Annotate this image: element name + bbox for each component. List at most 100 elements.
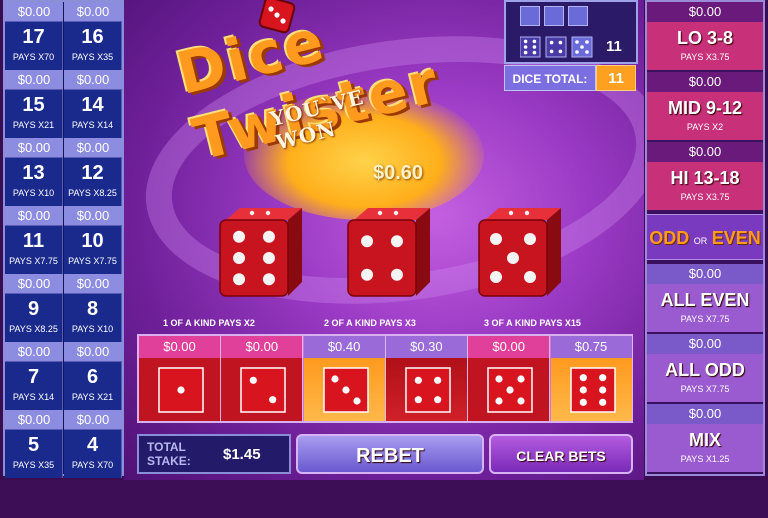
total-bet-8[interactable]: $0.00 8 PAYS X10 bbox=[64, 274, 122, 342]
die-pip bbox=[233, 230, 246, 243]
bet-name: MID 9-12 bbox=[667, 98, 743, 118]
range-bet-all-even[interactable]: $0.00 ALL EVEN PAYS X7.75 bbox=[647, 264, 763, 332]
total-bet-16[interactable]: $0.00 16 PAYS X35 bbox=[64, 2, 122, 70]
bet-name: HI 13-18 bbox=[670, 168, 740, 188]
bet-amount: $0.00 bbox=[64, 138, 122, 158]
range-bet-all-odd[interactable]: $0.00 ALL ODD PAYS X7.75 bbox=[647, 334, 763, 402]
bet-name: ALL EVEN bbox=[660, 290, 750, 310]
bet-amount: $0.00 bbox=[647, 404, 763, 424]
total-bet-10[interactable]: $0.00 10 PAYS X7.75 bbox=[64, 206, 122, 274]
die-pip bbox=[390, 235, 403, 248]
single-bet-6[interactable]: $0.75 bbox=[550, 336, 633, 421]
bet-amount: $0.00 bbox=[647, 72, 763, 92]
two-of-a-kind-label: 2 OF A KIND PAYS X3 bbox=[324, 318, 416, 328]
die-face-1-icon bbox=[158, 367, 204, 413]
bet-amount: $0.00 bbox=[5, 138, 63, 158]
rebet-button[interactable]: REBET bbox=[296, 434, 484, 474]
total-stake-box: TOTAL STAKE: $1.45 bbox=[137, 434, 291, 474]
total-bet-12[interactable]: $0.00 12 PAYS X8.25 bbox=[64, 138, 122, 206]
total-number: 11 bbox=[22, 230, 45, 252]
payout-odds: PAYS X10 bbox=[12, 188, 55, 198]
total-bet-6[interactable]: $0.00 6 PAYS X21 bbox=[64, 342, 122, 410]
total-bet-14[interactable]: $0.00 14 PAYS X14 bbox=[64, 70, 122, 138]
total-number: 16 bbox=[81, 26, 104, 48]
one-of-a-kind-label: 1 OF A KIND PAYS X2 bbox=[163, 318, 255, 328]
payout-odds: PAYS X35 bbox=[71, 52, 114, 62]
recent-dice-icons bbox=[520, 36, 593, 58]
total-number: 13 bbox=[22, 162, 45, 184]
payout-odds: PAYS X21 bbox=[71, 392, 114, 402]
total-bet-7[interactable]: $0.00 7 PAYS X14 bbox=[5, 342, 63, 410]
total-number: 5 bbox=[27, 434, 40, 456]
payout-odds: PAYS X21 bbox=[12, 120, 55, 130]
history-slot bbox=[568, 6, 588, 26]
bet-amount: $0.00 bbox=[64, 274, 122, 294]
single-bet-1[interactable]: $0.00 bbox=[139, 336, 221, 421]
win-amount: $0.60 bbox=[373, 162, 424, 184]
total-stake-label: TOTAL STAKE: bbox=[147, 440, 191, 468]
bet-amount: $0.00 bbox=[221, 336, 303, 358]
bet-amount: $0.00 bbox=[5, 274, 63, 294]
single-bet-5[interactable]: $0.00 bbox=[468, 336, 551, 421]
die-face-2-icon bbox=[240, 367, 287, 413]
payout-odds: PAYS X7.75 bbox=[680, 384, 730, 394]
single-bet-3[interactable]: $0.40 bbox=[303, 336, 386, 421]
logo-die-icon bbox=[258, 0, 296, 34]
bet-amount: $0.00 bbox=[647, 2, 763, 22]
total-number: 4 bbox=[86, 434, 99, 456]
die-face-4-icon bbox=[405, 367, 451, 413]
total-bet-9[interactable]: $0.00 9 PAYS X8.25 bbox=[5, 274, 63, 342]
payout-odds: PAYS X14 bbox=[12, 392, 55, 402]
clear-bets-button[interactable]: CLEAR BETS bbox=[489, 434, 633, 474]
total-stake-value: $1.45 bbox=[223, 446, 261, 463]
die-pip bbox=[262, 273, 275, 286]
range-bet-hi-13-18[interactable]: $0.00 HI 13-18 PAYS X3.75 bbox=[647, 142, 763, 210]
result-die-3 bbox=[478, 208, 561, 297]
range-bets-panel: ODD OR EVEN $0.00 LO 3-8 PAYS X3.75 $0.00 MI… bbox=[645, 0, 765, 476]
recent-total: 11 bbox=[606, 38, 622, 55]
total-number: 17 bbox=[22, 26, 45, 48]
total-bet-15[interactable]: $0.00 15 PAYS X21 bbox=[5, 70, 63, 138]
even-label: EVEN bbox=[711, 228, 761, 248]
range-bet-mid-9-12[interactable]: $0.00 MID 9-12 PAYS X2 bbox=[647, 72, 763, 140]
payout-odds: PAYS X3.75 bbox=[680, 52, 730, 62]
odd-label: ODD bbox=[649, 228, 690, 248]
payout-odds: PAYS X2 bbox=[686, 122, 724, 132]
bet-amount: $0.00 bbox=[5, 410, 63, 430]
result-die-1 bbox=[219, 208, 302, 297]
bet-amount: $0.00 bbox=[468, 336, 550, 358]
range-bet-lo-3-8[interactable]: $0.00 LO 3-8 PAYS X3.75 bbox=[647, 2, 763, 70]
payout-odds: PAYS X7.75 bbox=[68, 256, 117, 266]
bet-amount: $0.00 bbox=[64, 2, 122, 22]
die-pip bbox=[524, 233, 536, 245]
bet-amount: $0.40 bbox=[303, 336, 385, 358]
die-pip bbox=[233, 252, 246, 264]
bet-amount: $0.00 bbox=[647, 334, 763, 354]
total-bet-11[interactable]: $0.00 11 PAYS X7.75 bbox=[5, 206, 63, 274]
die-pip bbox=[390, 268, 403, 281]
bet-amount: $0.75 bbox=[550, 336, 632, 358]
die-pip bbox=[262, 230, 275, 243]
payout-odds: PAYS X70 bbox=[71, 460, 114, 470]
die-pip bbox=[490, 271, 502, 283]
total-number: 6 bbox=[86, 366, 99, 388]
total-bet-13[interactable]: $0.00 13 PAYS X10 bbox=[5, 138, 63, 206]
payout-odds: PAYS X7.75 bbox=[9, 256, 58, 266]
bet-amount: $0.00 bbox=[139, 336, 220, 358]
die-pip bbox=[507, 252, 519, 264]
single-bet-2[interactable]: $0.00 bbox=[221, 336, 304, 421]
total-bet-5[interactable]: $0.00 5 PAYS X35 bbox=[5, 410, 63, 478]
single-bet-4[interactable]: $0.30 bbox=[385, 336, 468, 421]
dice-total-value: 11 bbox=[596, 65, 636, 91]
bet-amount: $0.00 bbox=[647, 142, 763, 162]
total-bet-17[interactable]: $0.00 17 PAYS X70 bbox=[5, 2, 63, 70]
bet-amount: $0.00 bbox=[5, 2, 63, 22]
payout-odds: PAYS X3.75 bbox=[680, 192, 730, 202]
bet-amount: $0.00 bbox=[64, 206, 122, 226]
die-face-3-icon bbox=[322, 367, 369, 413]
total-number: 15 bbox=[22, 94, 45, 116]
total-bet-4[interactable]: $0.00 4 PAYS X70 bbox=[64, 410, 122, 478]
die-face-6-icon bbox=[569, 367, 616, 413]
range-bet-mix[interactable]: $0.00 MIX PAYS X1.25 bbox=[647, 404, 763, 472]
bet-amount: $0.00 bbox=[64, 410, 122, 430]
